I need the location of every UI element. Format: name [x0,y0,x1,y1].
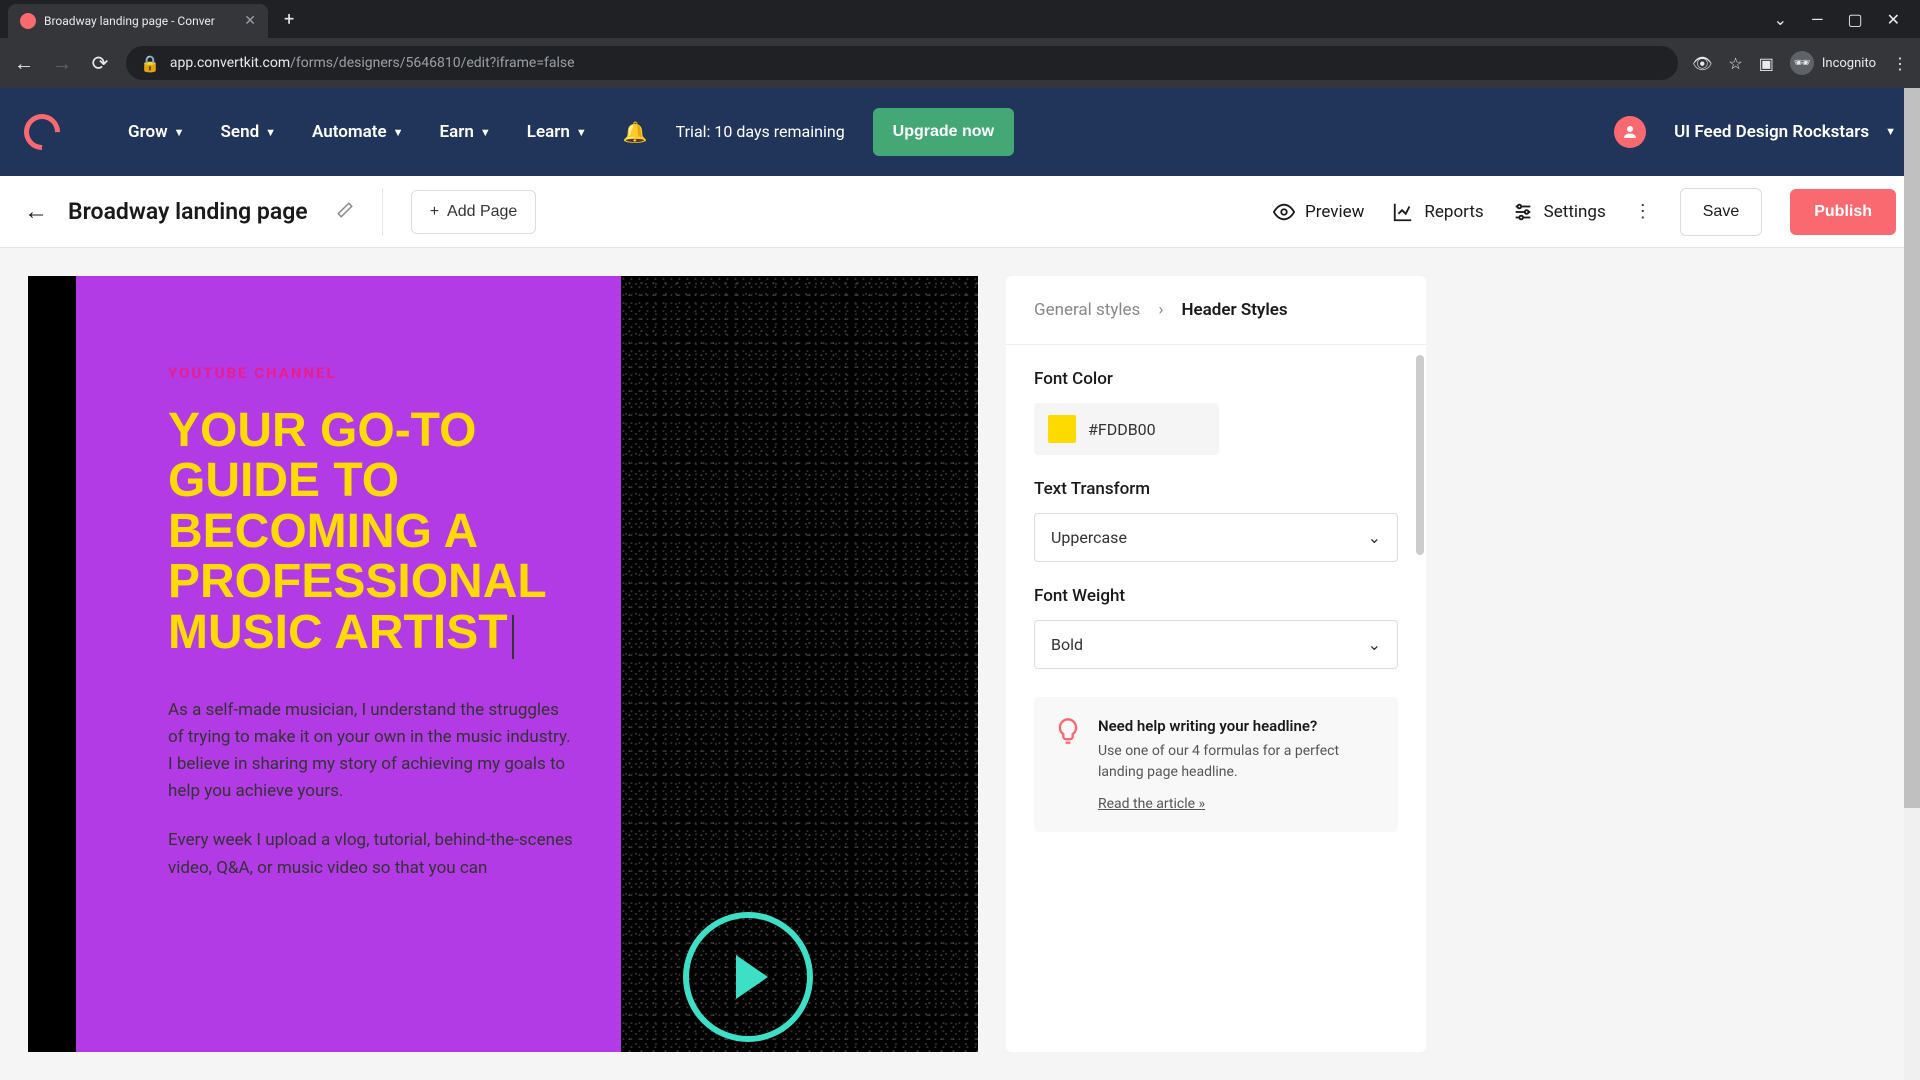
toolbar-right: Preview Reports Settings ⋮ Save Publish [1273,188,1896,236]
browser-tab[interactable]: Broadway landing page - Conver ✕ [8,4,268,38]
help-text: Use one of our 4 formulas for a perfect … [1098,741,1378,783]
toolbar: ← Broadway landing page + Add Page Previ… [0,176,1920,248]
plus-icon: + [430,203,439,221]
nav-grow[interactable]: Grow▼ [128,122,185,142]
font-color-group: Font Color #FDDB00 [1034,369,1398,455]
nav-menu: Grow▼ Send▼ Automate▼ Earn▼ Learn▼ [128,122,587,142]
help-box: Need help writing your headline? Use one… [1034,697,1398,832]
text-transform-group: Text Transform Uppercase ⌄ [1034,479,1398,562]
lock-icon: 🔒 [140,54,160,73]
back-button[interactable]: ← [24,197,48,226]
text-transform-select[interactable]: Uppercase ⌄ [1034,513,1398,562]
divider [382,188,383,236]
body-paragraph-1[interactable]: As a self-made musician, I understand th… [168,697,573,806]
color-value: #FDDB00 [1088,420,1156,439]
back-icon[interactable]: ← [12,51,36,76]
text-transform-label: Text Transform [1034,479,1398,499]
tab-favicon [20,13,36,29]
reports-button[interactable]: Reports [1392,201,1483,223]
eyebrow-text[interactable]: YOUTUBE CHANNEL [168,364,573,382]
more-button[interactable]: ⋮ [1634,201,1652,222]
trial-text: Trial: 10 days remaining [676,121,845,143]
breadcrumb-parent[interactable]: General styles [1034,300,1140,320]
publish-button[interactable]: Publish [1790,189,1896,235]
browser-chrome: Broadway landing page - Conver ✕ + ⌄ — ▢… [0,0,1920,88]
chart-icon [1392,201,1414,223]
edit-icon[interactable] [336,201,354,223]
canvas-left-panel: YOUTUBE CHANNEL YOUR GO-TO GUIDE TO BECO… [76,276,621,1052]
font-weight-label: Font Weight [1034,586,1398,606]
font-color-label: Font Color [1034,369,1398,389]
settings-button[interactable]: Settings [1512,201,1606,223]
reload-icon[interactable]: ⟳ [88,51,112,75]
help-content: Need help writing your headline? Use one… [1098,717,1378,812]
chevron-right-icon: › [1158,300,1163,320]
chevron-down-icon: ▼ [576,126,587,139]
more-icon[interactable]: ⋮ [1892,54,1908,73]
canvas[interactable]: YOUTUBE CHANNEL YOUR GO-TO GUIDE TO BECO… [28,276,978,1052]
chevron-down-icon: ▼ [480,126,491,139]
play-button[interactable] [683,912,813,1042]
headline-text[interactable]: YOUR GO-TO GUIDE TO BECOMING A PROFESSIO… [168,406,573,659]
sidebar-scrollbar[interactable] [1416,355,1424,555]
logo[interactable] [17,107,68,158]
url-input[interactable]: 🔒 app.convertkit.com/forms/designers/564… [126,46,1678,80]
eye-icon [1273,201,1295,223]
new-tab-button[interactable]: + [284,9,294,30]
sliders-icon [1512,201,1534,223]
body-paragraph-2[interactable]: Every week I upload a vlog, tutorial, be… [168,827,573,881]
add-page-button[interactable]: + Add Page [411,190,537,234]
chevron-down-icon: ⌄ [1368,528,1381,547]
tab-title: Broadway landing page - Conver [44,14,236,28]
window-controls: ⌄ — ▢ ✕ [1774,10,1912,29]
nav-send[interactable]: Send▼ [221,122,276,142]
address-icons: 👁 ☆ ▣ 🕶 Incognito ⋮ [1692,51,1908,75]
font-weight-select[interactable]: Bold ⌄ [1034,620,1398,669]
help-title: Need help writing your headline? [1098,717,1378,735]
chevron-down-icon: ▼ [393,126,404,139]
maximize-icon[interactable]: ▢ [1847,10,1862,29]
sidebar: General styles › Header Styles Font Colo… [1006,276,1426,1052]
sidebar-body: Font Color #FDDB00 Text Transform Upperc… [1006,345,1426,856]
color-swatch [1048,415,1076,443]
bell-icon[interactable]: 🔔 [623,120,648,144]
minimize-icon[interactable]: — [1811,10,1824,29]
eye-off-icon[interactable]: 👁 [1692,54,1712,73]
canvas-right-panel [621,276,978,1052]
avatar[interactable] [1614,116,1646,148]
nav-learn[interactable]: Learn▼ [527,122,587,142]
incognito-label[interactable]: 🕶 Incognito [1790,51,1876,75]
page-scrollbar[interactable] [1904,88,1920,1080]
forward-icon[interactable]: → [50,51,74,76]
app-nav: Grow▼ Send▼ Automate▼ Earn▼ Learn▼ 🔔 Tri… [0,88,1920,176]
breadcrumb: General styles › Header Styles [1006,276,1426,345]
page-title: Broadway landing page [68,198,308,225]
close-window-icon[interactable]: ✕ [1887,10,1900,29]
bookmark-icon[interactable]: ☆ [1728,54,1742,73]
chevron-down-icon: ▼ [265,126,276,139]
font-color-input[interactable]: #FDDB00 [1034,403,1219,455]
preview-button[interactable]: Preview [1273,201,1364,223]
panel-icon[interactable]: ▣ [1759,54,1774,73]
chevron-down-icon: ▼ [1885,125,1896,139]
help-link[interactable]: Read the article » [1098,796,1205,812]
lightbulb-icon [1054,717,1082,745]
main: YOUTUBE CHANNEL YOUR GO-TO GUIDE TO BECO… [0,248,1920,1080]
url-text: app.convertkit.com/forms/designers/56468… [170,55,575,71]
save-button[interactable]: Save [1680,188,1762,236]
chevron-down-icon: ▼ [174,126,185,139]
chevron-down-icon: ⌄ [1368,635,1381,654]
account-menu[interactable]: UI Feed Design Rockstars ▼ [1674,121,1896,143]
nav-automate[interactable]: Automate▼ [312,122,404,142]
upgrade-button[interactable]: Upgrade now [873,108,1014,157]
tabs-dropdown-icon[interactable]: ⌄ [1774,10,1787,29]
close-icon[interactable]: ✕ [244,13,256,29]
incognito-icon: 🕶 [1790,51,1814,75]
breadcrumb-current: Header Styles [1181,300,1287,320]
font-weight-group: Font Weight Bold ⌄ [1034,586,1398,669]
page-scrollbar-thumb[interactable] [1904,88,1920,808]
nav-earn[interactable]: Earn▼ [440,122,491,142]
tab-bar: Broadway landing page - Conver ✕ + ⌄ — ▢… [0,0,1920,38]
address-bar: ← → ⟳ 🔒 app.convertkit.com/forms/designe… [0,38,1920,88]
